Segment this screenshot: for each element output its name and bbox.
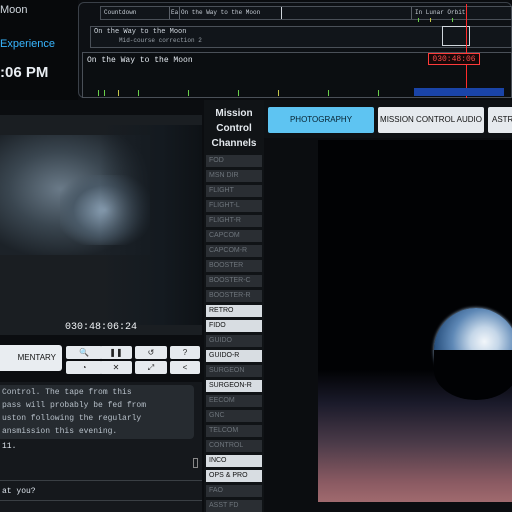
channel-capcom-r[interactable]: CAPCOM-R	[206, 245, 262, 257]
pause-icon[interactable]: ❚❚	[100, 346, 132, 359]
channels-title: Mission Control Channels	[211, 108, 257, 149]
channel-telcom[interactable]: TELCOM	[206, 425, 262, 437]
timeline-detail-title: On the Way to the Moon	[87, 56, 193, 65]
timeline-tick	[452, 18, 453, 22]
help-icon[interactable]: ?	[170, 346, 200, 359]
channel-fao[interactable]: FAO	[206, 485, 262, 497]
channel-capcom[interactable]: CAPCOM	[206, 230, 262, 242]
timeline-phases-row[interactable]: Countdown Ea On the Way to the Moon In L…	[100, 6, 512, 20]
divider	[0, 480, 202, 481]
phase-divider	[179, 7, 180, 19]
timeline-tick	[378, 90, 379, 96]
channel-fod[interactable]: FOD	[206, 155, 262, 167]
timeline-tick	[188, 90, 189, 96]
tab-astronaut[interactable]: ASTR	[488, 107, 512, 133]
channel-ops-pro[interactable]: OPS & PRO	[206, 470, 262, 482]
channel-fido[interactable]: FIDO	[206, 320, 262, 332]
transcript-line: pass will probably be fed from	[2, 401, 147, 410]
channel-surgeon-r[interactable]: SURGEON-R	[206, 380, 262, 392]
channel-msn-dir[interactable]: MSN DIR	[206, 170, 262, 182]
channel-booster-c[interactable]: BOOSTER-C	[206, 275, 262, 287]
channel-guido-r[interactable]: GUIDO-R	[206, 350, 262, 362]
transcript-line: ansmission this evening.	[2, 427, 118, 436]
timeline-tick	[238, 90, 239, 96]
transcript-line: at you?	[2, 487, 36, 496]
channel-surgeon[interactable]: SURGEON	[206, 365, 262, 377]
channel-guido[interactable]: GUIDO	[206, 335, 262, 347]
phase-on-the-way[interactable]: On the Way to the Moon	[181, 9, 260, 16]
timeline-tick	[430, 18, 431, 22]
timeline-tick	[104, 90, 105, 96]
timeline-tick	[278, 90, 279, 96]
app-title: Moon	[0, 4, 28, 16]
mission-timeline[interactable]: Countdown Ea On the Way to the Moon In L…	[78, 0, 512, 100]
transcript-line: Control. The tape from this	[2, 388, 132, 397]
tab-photography[interactable]: PHOTOGRAPHY	[268, 107, 374, 133]
commentary-button[interactable]: MENTARY	[0, 345, 62, 371]
timeline-tick	[98, 90, 99, 96]
mute-icon[interactable]: ✕	[100, 361, 132, 374]
timeline-tick	[418, 18, 419, 22]
channel-flight-r[interactable]: FLIGHT-R	[206, 215, 262, 227]
channel-retro[interactable]: RETRO	[206, 305, 262, 317]
tab-mission-control-audio[interactable]: MISSION CONTROL AUDIO	[378, 107, 484, 133]
transcript-line: 11.	[2, 442, 17, 451]
search-icon[interactable]: 🔍	[66, 346, 102, 359]
current-phase-label: On the Way to the Moon	[94, 28, 187, 36]
clock: :06 PM	[0, 64, 49, 81]
history-icon[interactable]: ↺	[135, 346, 167, 359]
channel-flight-l[interactable]: FLIGHT-L	[206, 200, 262, 212]
channel-inco[interactable]: INCO	[206, 455, 262, 467]
timeline-tick	[118, 90, 119, 96]
video-timestamp: 030:48:06:24	[64, 322, 137, 333]
fullscreen-icon[interactable]: ⤢	[135, 361, 167, 374]
phase-countdown[interactable]: Countdown	[104, 9, 136, 16]
transcript-scroll-indicator[interactable]	[193, 458, 198, 468]
speed-icon[interactable]: ◔	[66, 361, 102, 374]
video-player[interactable]	[0, 115, 202, 335]
channel-control[interactable]: CONTROL	[206, 440, 262, 452]
current-event-label: Mid-course correction 2	[119, 37, 202, 44]
photo-viewer[interactable]	[318, 140, 512, 502]
timeline-playhead[interactable]	[466, 4, 467, 98]
channel-flight[interactable]: FLIGHT	[206, 185, 262, 197]
phase-window-left	[281, 7, 282, 19]
channel-gnc[interactable]: GNC	[206, 410, 262, 422]
video-frame-shadow	[100, 125, 202, 325]
timeline-tick	[414, 88, 504, 96]
channel-booster[interactable]: BOOSTER	[206, 260, 262, 272]
phase-divider	[169, 7, 170, 19]
channel-asst-fd[interactable]: ASST FD	[206, 500, 262, 512]
phase-divider	[411, 7, 412, 19]
photo-margin	[264, 140, 318, 512]
brand-panel: Moon Experience :06 PM	[0, 0, 78, 100]
timeline-tick	[138, 90, 139, 96]
channel-booster-r[interactable]: BOOSTER-R	[206, 290, 262, 302]
phase-earth-orbit[interactable]: Ea	[171, 9, 178, 16]
channel-eecom[interactable]: EECOM	[206, 395, 262, 407]
share-icon[interactable]: <	[170, 361, 200, 374]
divider	[0, 500, 202, 501]
mission-elapsed-time: 030:48:06	[428, 53, 480, 65]
timeline-tick	[328, 90, 329, 96]
transcript-line: uston following the regularly	[2, 414, 142, 423]
app-subtitle: Experience	[0, 38, 56, 50]
phase-lunar-orbit[interactable]: In Lunar Orbit	[415, 9, 465, 16]
